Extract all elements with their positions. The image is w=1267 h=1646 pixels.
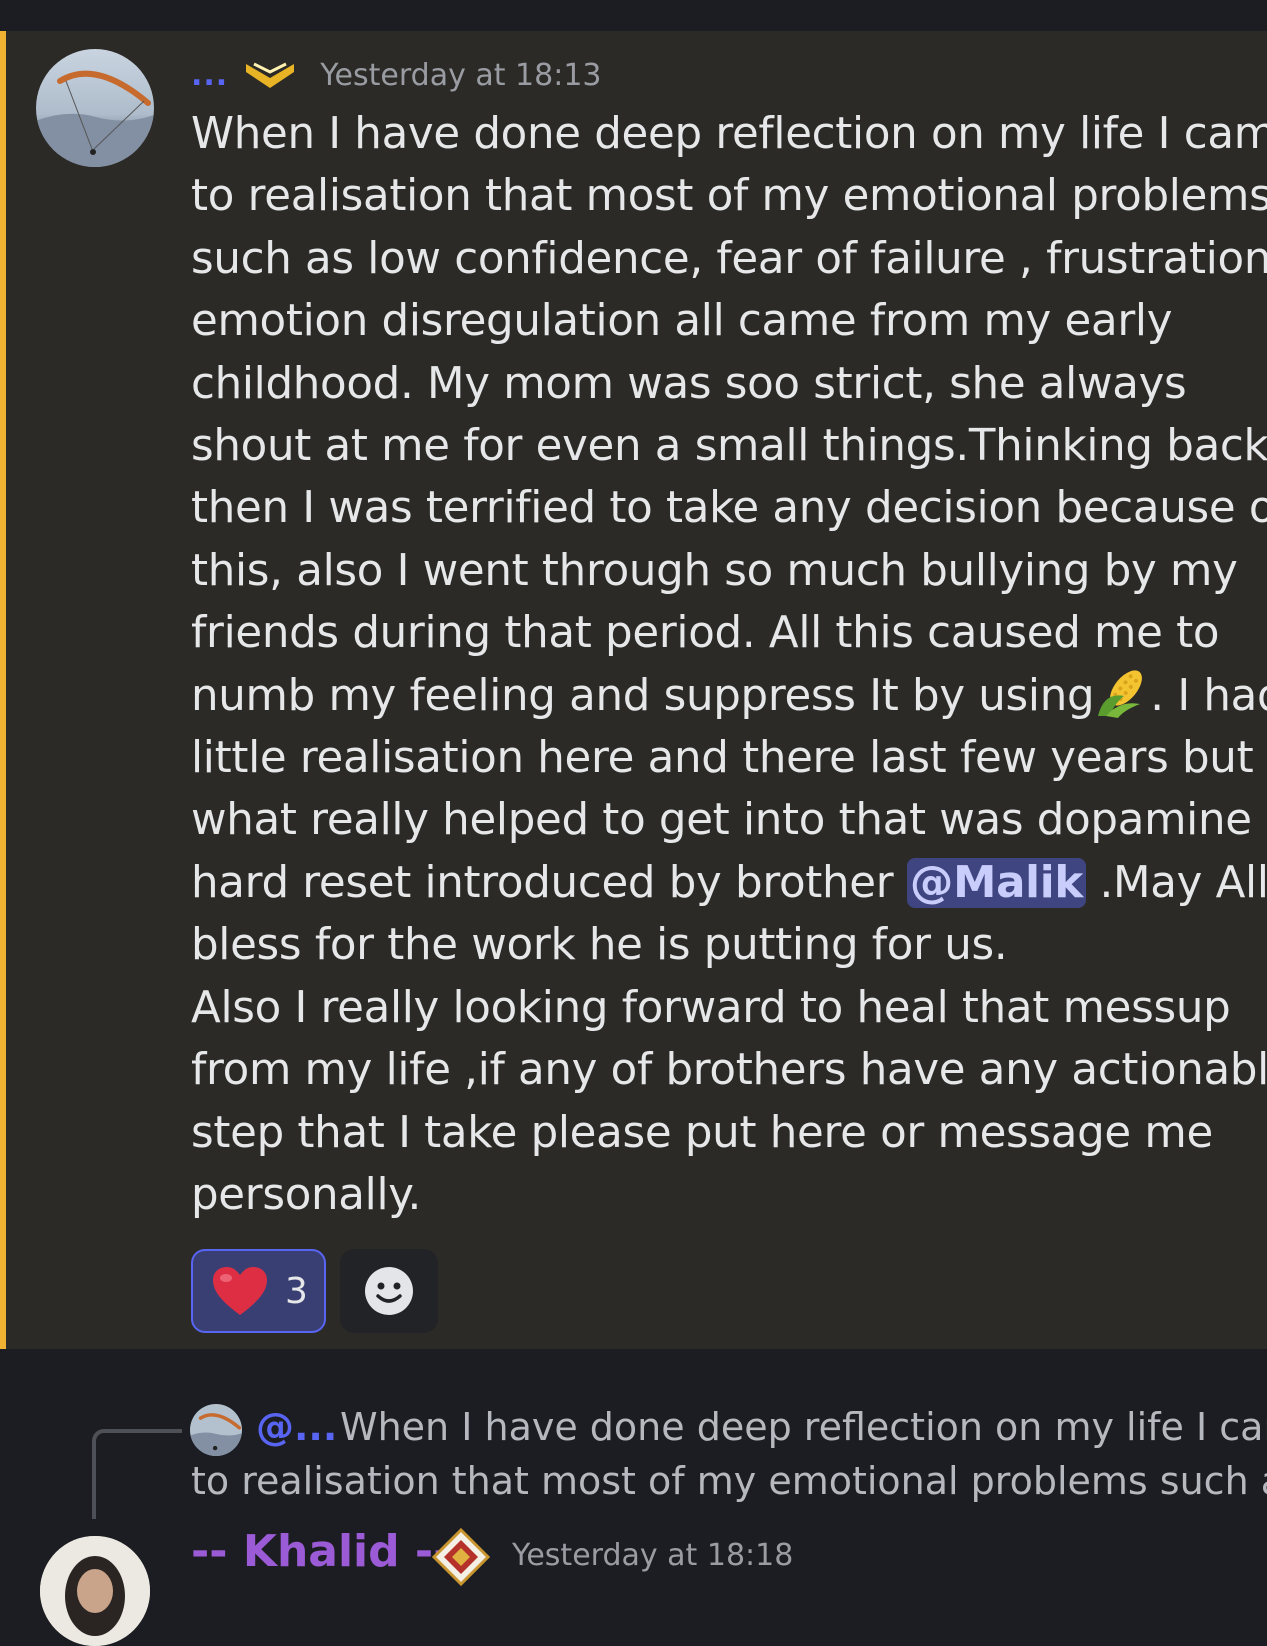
message-line: this, also I went through so much bullyi… — [191, 545, 1238, 596]
message-line: step that I take please put here or mess… — [191, 1107, 1213, 1158]
message-line: friends during that period. All this cau… — [191, 608, 1220, 659]
timestamp: Yesterday at 18:13 — [320, 57, 602, 93]
message-line: bless for the work he is putting for us. — [191, 920, 1008, 971]
message-line: little realisation here and there last f… — [191, 733, 1254, 784]
next-username[interactable]: -- Khalid -- — [191, 1526, 451, 1577]
message-line: what really helped to get into that was … — [191, 795, 1252, 846]
heart-emoji — [213, 1267, 267, 1315]
username[interactable]: ... — [191, 58, 228, 93]
message-line: When I have done deep reflection on my l… — [191, 109, 1267, 159]
smiley-icon — [365, 1267, 413, 1315]
line-segment: .May Allah — [1099, 857, 1267, 908]
message-line: emotion disregulation all came from my e… — [191, 296, 1173, 347]
reply-spine — [92, 1429, 182, 1519]
next-timestamp: Yesterday at 18:18 — [512, 1538, 794, 1573]
reaction-count: 3 — [285, 1270, 308, 1312]
message-line: to realisation that most of my emotional… — [191, 171, 1267, 222]
reply-preview-line[interactable]: When I have done deep reflection on my l… — [340, 1405, 1267, 1449]
line-segment: hard reset introduced by brother — [191, 857, 907, 908]
message-line: childhood. My mom was soo strict, she al… — [191, 358, 1187, 409]
add-reaction-button[interactable] — [340, 1249, 438, 1333]
line-segment: . I had — [1150, 670, 1267, 721]
message-line: such as low confidence, fear of failure … — [191, 233, 1267, 284]
mention-accent-bar — [0, 31, 6, 1349]
message-line: personally. — [191, 1169, 422, 1220]
next-avatar[interactable] — [40, 1536, 150, 1646]
reply-preview-line[interactable]: to realisation that most of my emotional… — [191, 1459, 1267, 1503]
message-line: Also I really looking forward to heal th… — [191, 982, 1231, 1033]
message-line: then I was terrified to take any decisio… — [191, 483, 1267, 534]
heart-reaction-button[interactable]: 3 — [191, 1249, 326, 1333]
diamond-badge-icon — [432, 1528, 490, 1586]
avatar[interactable] — [36, 49, 154, 167]
reply-username[interactable]: @... — [256, 1405, 337, 1449]
reaction-bar: 3 — [191, 1249, 438, 1333]
message-header: ... Yesterday at 18:13 — [191, 53, 602, 97]
message-content: When I have done deep reflection on my l… — [191, 103, 1267, 1226]
highlighted-message[interactable]: ... Yesterday at 18:13 When I have done … — [0, 31, 1267, 1349]
user-mention[interactable]: @Malik — [906, 857, 1086, 908]
reply-avatar[interactable] — [190, 1404, 242, 1456]
message-line: hard reset introduced by brother @Malik … — [191, 852, 1267, 914]
message-line: shout at me for even a small things.Thin… — [191, 421, 1267, 472]
chevron-badge-icon — [246, 62, 295, 88]
top-bar — [0, 0, 1267, 31]
corn-emoji — [1098, 670, 1143, 718]
message-line: from my life ,if any of brothers have an… — [191, 1045, 1267, 1096]
line-segment: numb my feeling and suppress It by using — [191, 670, 1095, 721]
message-line: numb my feeling and suppress It by using… — [191, 665, 1267, 727]
